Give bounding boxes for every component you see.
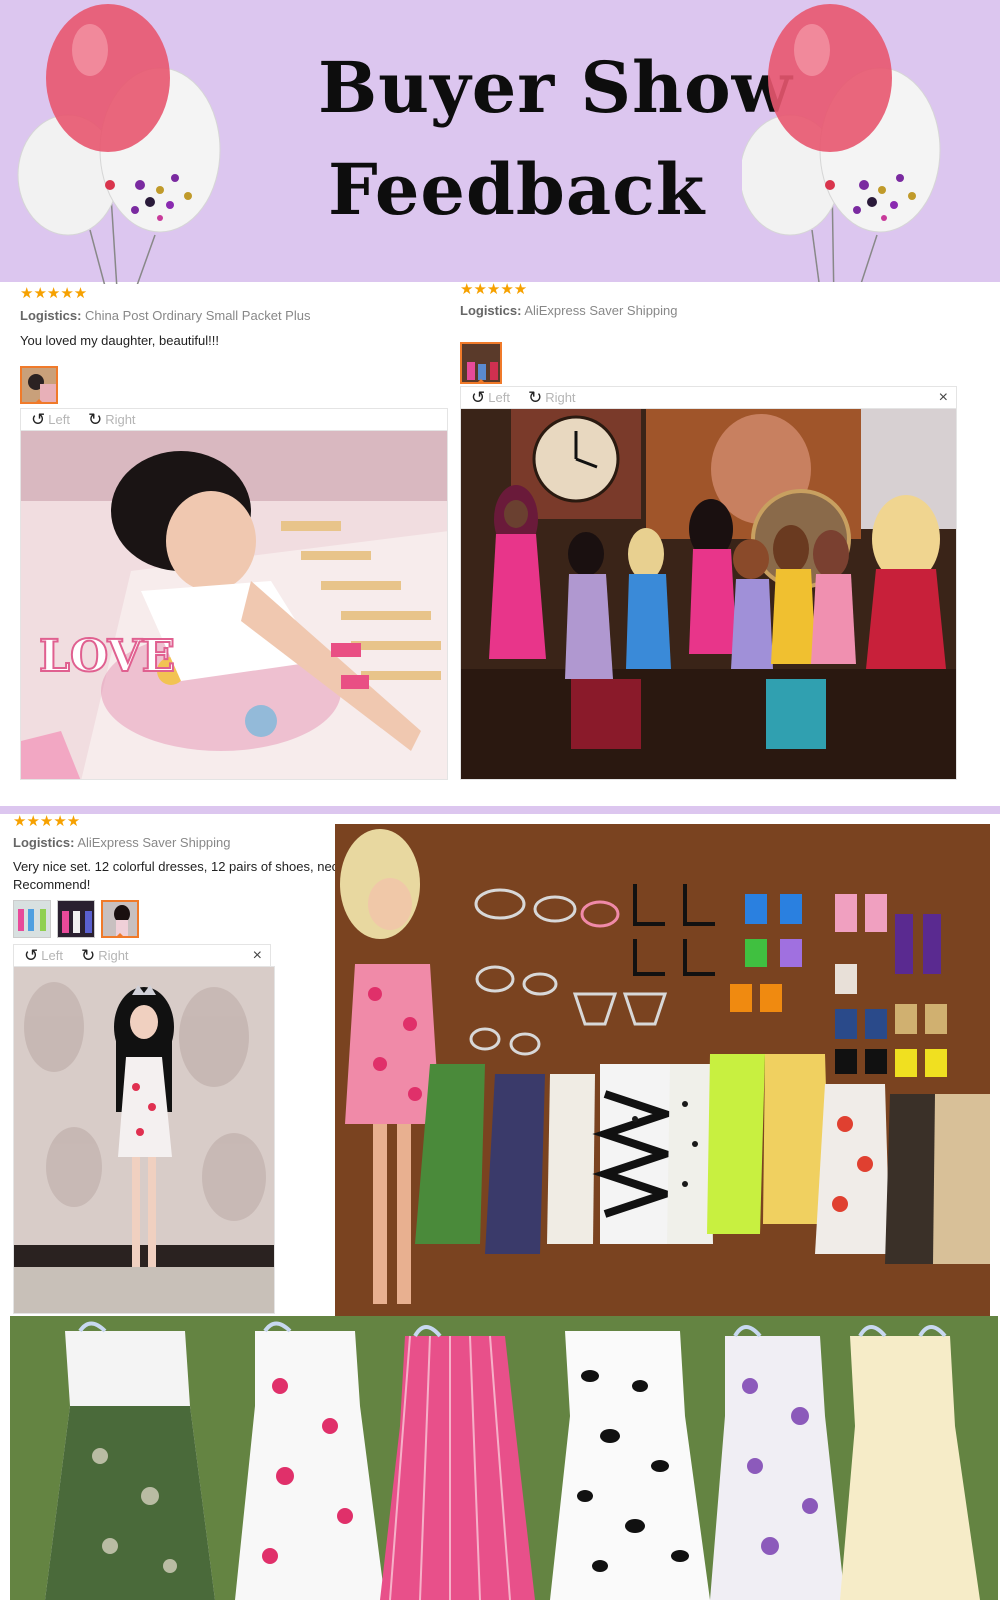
close-icon[interactable]: ×: [939, 389, 948, 407]
rating-stars: ★★★★★: [460, 281, 528, 298]
review-thumbnail-1[interactable]: [13, 900, 51, 938]
rotate-left-icon: ↺: [31, 410, 46, 429]
rotate-left-label: Left: [41, 948, 63, 963]
review-comment: You loved my daughter, beautiful!!!: [20, 333, 219, 348]
review-comment: Very nice set. 12 colorful dresses, 12 p…: [13, 859, 335, 874]
thumbnail-image: [58, 901, 94, 937]
review-thumbnail-2[interactable]: [57, 900, 95, 938]
rotate-right-label: Right: [545, 390, 576, 405]
image-viewer-toolbar: ↺ Left ↻ Right ×: [460, 386, 957, 408]
rotate-left-button[interactable]: ↺ Left: [31, 411, 70, 428]
image-viewer-toolbar: ↺ Left ↻ Right: [20, 408, 448, 430]
rotate-left-label: Left: [48, 412, 70, 427]
header-banner: Buyer Show Feedback: [0, 0, 1000, 306]
thumbnail-image: [22, 368, 56, 402]
logistics-label: Logistics:: [13, 835, 75, 850]
review-card-2: ★★★★★ Logistics: AliExpress Saver Shippi…: [460, 282, 997, 806]
section-divider: [0, 806, 1000, 814]
girl-with-dolls-image: LOVE: [21, 431, 447, 779]
logistics-label: Logistics:: [460, 303, 522, 318]
rotate-right-button[interactable]: ↻ Right: [88, 411, 136, 428]
rotate-right-button[interactable]: ↻ Right: [81, 947, 129, 964]
dresses-photo: [10, 1316, 998, 1600]
thumbnail-image: [103, 902, 137, 936]
rotate-right-icon: ↻: [527, 388, 543, 407]
rotate-right-icon: ↻: [87, 410, 103, 429]
rotate-left-icon: ↺: [24, 946, 39, 965]
rotate-left-icon: ↺: [471, 388, 486, 407]
review-photo[interactable]: [460, 408, 957, 780]
rotate-left-button[interactable]: ↺ Left: [471, 389, 510, 406]
image-viewer-toolbar: ↺ Left ↻ Right ×: [13, 944, 271, 966]
photo-love-text: LOVE: [39, 631, 175, 682]
rotate-right-button[interactable]: ↻ Right: [528, 389, 576, 406]
thumbnail-image: [462, 344, 500, 382]
review-thumbnail[interactable]: [20, 366, 58, 404]
doll-on-shelf-image: [14, 967, 274, 1313]
review-thumbnail-3[interactable]: [101, 900, 139, 938]
doll-accessories-image: [335, 824, 990, 1316]
page-title-line2: Feedback: [328, 148, 706, 231]
accessories-photo: [335, 824, 990, 1316]
rotate-left-label: Left: [488, 390, 510, 405]
logistics-value: AliExpress Saver Shipping: [77, 835, 231, 850]
page-title-line1: Buyer Show: [318, 46, 793, 129]
review-card-1: ★★★★★ Logistics: China Post Ordinary Sma…: [5, 284, 458, 806]
logistics-line: Logistics: AliExpress Saver Shipping: [13, 835, 231, 851]
rotate-left-button[interactable]: ↺ Left: [24, 947, 63, 964]
review-comment-line2: Recommend!: [13, 877, 91, 892]
logistics-line: Logistics: China Post Ordinary Small Pac…: [20, 308, 310, 324]
thumbnail-image: [14, 901, 50, 937]
rotate-right-label: Right: [98, 948, 129, 963]
review-photo[interactable]: [13, 966, 275, 1314]
doll-collection-image: [461, 409, 956, 779]
rotate-right-label: Right: [105, 412, 136, 427]
six-dresses-image: [10, 1316, 998, 1600]
rating-stars: ★★★★★: [20, 285, 88, 302]
rating-stars: ★★★★★: [13, 813, 81, 830]
close-icon[interactable]: ×: [253, 947, 262, 965]
review-thumbnail[interactable]: [460, 342, 502, 384]
logistics-line: Logistics: AliExpress Saver Shipping: [460, 303, 678, 319]
review-card-3: ★★★★★ Logistics: AliExpress Saver Shippi…: [5, 814, 335, 1314]
balloons-left-icon: [17, 4, 221, 306]
balloons-right-icon: [742, 4, 941, 306]
logistics-value: AliExpress Saver Shipping: [524, 303, 678, 318]
review-photo[interactable]: LOVE: [20, 430, 448, 780]
logistics-value: China Post Ordinary Small Packet Plus: [85, 308, 311, 323]
rotate-right-icon: ↻: [80, 946, 96, 965]
logistics-label: Logistics:: [20, 308, 82, 323]
